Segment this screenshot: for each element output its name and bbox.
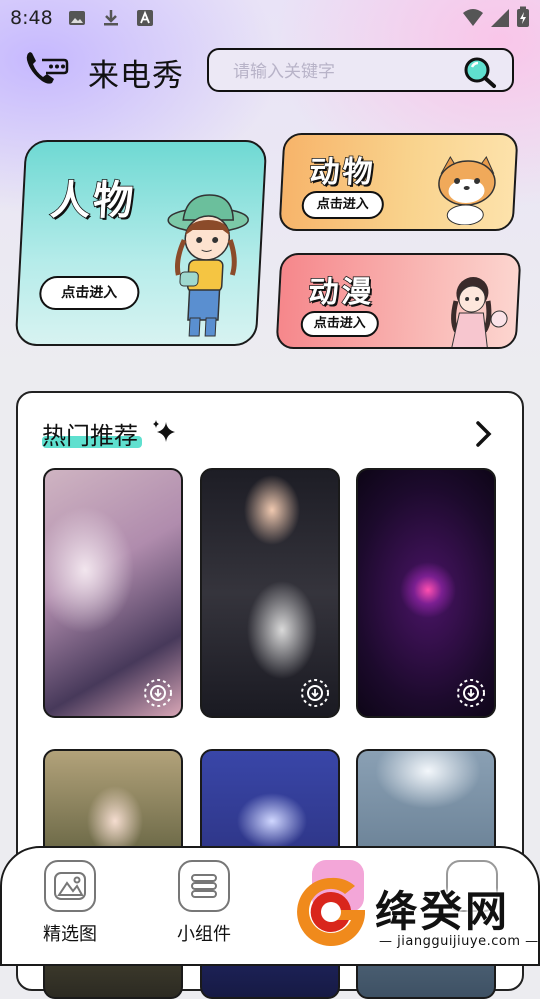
enter-button-anime[interactable]: 点击进入 (300, 311, 380, 337)
sparkle-icon (153, 420, 175, 442)
watermark: 绛癸网 — jiangguijiuye.com — (293, 872, 540, 960)
dog-illustration (438, 156, 496, 225)
search-icon[interactable] (462, 55, 498, 89)
nav-label-widget: 小组件 (177, 924, 231, 945)
nav-item-widget[interactable]: 小组件 (174, 860, 234, 946)
search-bar[interactable] (207, 48, 514, 92)
category-title-anime: 动漫 (307, 274, 376, 311)
widget-icon (178, 860, 230, 912)
category-title-people: 人物 (48, 177, 138, 225)
anime-girl-illustration (450, 277, 508, 349)
font-app-icon (137, 10, 153, 26)
hot-section-title: 热门推荐 (42, 422, 138, 450)
image-icon (69, 11, 85, 25)
status-time: 8:48 (10, 7, 53, 29)
app-title: 来电秀 (88, 58, 184, 94)
search-input[interactable] (231, 58, 455, 86)
enter-button-animal[interactable]: 点击进入 (301, 191, 385, 219)
phone-call-icon (26, 52, 69, 84)
chevron-right-icon[interactable] (472, 420, 496, 448)
signal-icon (491, 9, 509, 27)
watermark-logo-icon (297, 877, 365, 946)
enter-button-people[interactable]: 点击进入 (38, 276, 141, 310)
category-title-animal: 动物 (308, 154, 377, 191)
watermark-text: 绛癸网 (375, 887, 511, 936)
category-card-animal[interactable]: 动物 点击进入 (278, 133, 519, 231)
girl-character-illustration (167, 194, 249, 337)
watermark-url: — jiangguijiuye.com — (379, 934, 539, 949)
category-card-anime[interactable]: 动漫 点击进入 (275, 253, 522, 349)
nav-item-gallery[interactable]: 精选图 (40, 860, 100, 946)
download-circle-icon[interactable] (300, 678, 330, 708)
download-circle-icon[interactable] (143, 678, 173, 708)
status-bar: 8:48 (0, 0, 540, 36)
watermark-url-text: jiangguijiuye.com (397, 934, 521, 949)
ringtone-thumbnail[interactable] (200, 468, 340, 718)
ringtone-thumbnail[interactable] (356, 468, 496, 718)
gallery-icon (44, 860, 96, 912)
battery-charging-icon (517, 6, 529, 27)
ringtone-thumbnail[interactable] (43, 468, 183, 718)
download-icon (104, 10, 118, 26)
nav-label-gallery: 精选图 (43, 924, 97, 945)
download-circle-icon[interactable] (456, 678, 486, 708)
wifi-icon (463, 9, 483, 26)
category-card-people[interactable]: 人物 点击进入 (14, 140, 268, 346)
